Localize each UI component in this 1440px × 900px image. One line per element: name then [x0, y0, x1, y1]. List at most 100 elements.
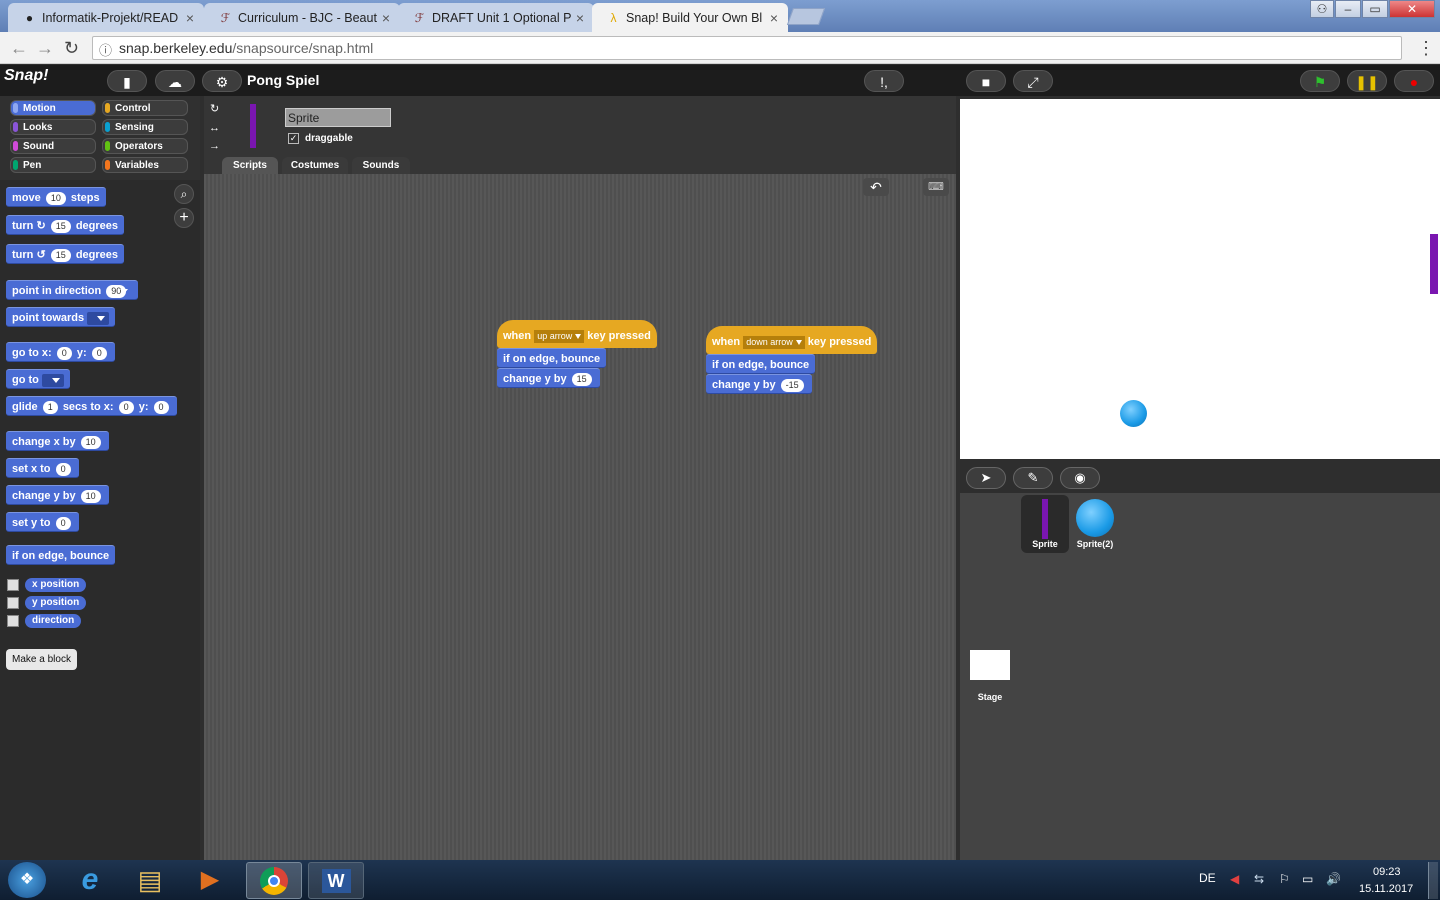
key-dropdown[interactable]: up arrow — [534, 329, 585, 343]
category-looks[interactable]: Looks — [10, 119, 96, 135]
close-tab-icon[interactable]: × — [576, 10, 584, 26]
windows-start-icon[interactable]: ❖ — [8, 862, 46, 898]
word-icon[interactable]: W — [308, 862, 364, 899]
checkbox-direction[interactable] — [7, 615, 19, 627]
undo-icon[interactable]: ↶ — [863, 178, 889, 196]
category-sensing[interactable]: Sensing — [102, 119, 188, 135]
reporter-x-position[interactable]: x position — [25, 578, 87, 592]
category-sound[interactable]: Sound — [10, 138, 96, 154]
block-glide[interactable]: glide 1 secs to x: 0 y: 0 — [6, 396, 177, 416]
menu-icon[interactable]: ⋮ — [1417, 38, 1435, 59]
file-explorer-icon[interactable]: ▤ — [122, 862, 178, 899]
block-turn-clockwise[interactable]: turn ↻ 15 degrees — [6, 215, 125, 235]
language-indicator[interactable]: DE — [1199, 871, 1216, 885]
scripting-area[interactable]: ↶ ⌨ — [204, 174, 956, 860]
category-pen[interactable]: Pen — [10, 157, 96, 173]
hat-block-when-key-pressed[interactable]: when up arrow key pressed — [497, 320, 657, 348]
action-center-flag-icon[interactable]: ⚐ — [1279, 872, 1290, 886]
add-turtle-sprite-icon[interactable]: ➤ — [966, 467, 1006, 489]
block-go-to[interactable]: go to — [6, 369, 70, 389]
browser-tab-1[interactable]: ● Informatik-Projekt/READ × — [8, 3, 204, 32]
browser-tab-3[interactable]: ℱ DRAFT Unit 1 Optional P × — [398, 3, 594, 32]
tab-costumes[interactable]: Costumes — [282, 157, 348, 174]
block-set-x[interactable]: set x to 0 — [6, 458, 79, 478]
block-input[interactable]: -15 — [780, 378, 804, 392]
block-if-on-edge-bounce[interactable]: if on edge, bounce — [706, 354, 816, 374]
category-control[interactable]: Control — [102, 100, 188, 116]
stage[interactable] — [960, 99, 1440, 459]
block-change-y[interactable]: change y by 10 — [6, 485, 109, 505]
media-player-icon[interactable]: ▶ — [182, 862, 238, 899]
block-input[interactable]: 0 — [118, 400, 134, 414]
dropdown-arrow-icon[interactable] — [120, 285, 132, 298]
hat-block-when-key-pressed[interactable]: when down arrow key pressed — [706, 326, 878, 354]
block-turn-counterclockwise[interactable]: turn ↺ 15 degrees — [6, 244, 125, 264]
block-input[interactable]: 15 — [571, 372, 592, 386]
reporter-direction[interactable]: direction — [25, 614, 82, 628]
keyboard-icon[interactable]: ⌨ — [923, 178, 949, 196]
block-input[interactable]: 10 — [45, 191, 66, 205]
green-flag-icon[interactable]: ⚑ — [1300, 70, 1340, 92]
rotation-full-icon[interactable]: ↻ — [210, 102, 219, 115]
paddle-sprite[interactable] — [1430, 234, 1438, 294]
sprite-name-field[interactable]: Sprite — [285, 108, 391, 127]
clock-date[interactable]: 15.11.2017 — [1359, 883, 1413, 895]
normal-stage-icon[interactable]: ■ — [966, 70, 1006, 92]
block-input[interactable]: 1 — [42, 400, 58, 414]
snap-logo[interactable]: Snap! — [4, 67, 54, 93]
dropdown-arrow-icon[interactable] — [87, 311, 110, 325]
cloud-icon[interactable]: ☁ — [155, 70, 195, 92]
dropdown-arrow-icon[interactable] — [41, 373, 64, 387]
close-tab-icon[interactable]: × — [382, 10, 390, 26]
block-input[interactable]: 0 — [91, 346, 107, 360]
show-desktop-button[interactable] — [1428, 862, 1438, 899]
user-icon[interactable]: ⚇ — [1310, 0, 1334, 18]
display-icon[interactable]: ▭ — [1302, 872, 1313, 886]
checkbox-x-position[interactable] — [7, 579, 19, 591]
reporter-y-position[interactable]: y position — [25, 596, 87, 610]
block-point-in-direction[interactable]: point in direction 90 — [6, 280, 139, 300]
tab-scripts[interactable]: Scripts — [222, 157, 278, 174]
block-if-on-edge-bounce[interactable]: if on edge, bounce — [497, 348, 607, 368]
tab-sounds[interactable]: Sounds — [352, 157, 410, 174]
back-icon[interactable]: ← — [10, 38, 28, 59]
pause-icon[interactable]: ❚❚ — [1347, 70, 1387, 92]
internet-explorer-icon[interactable]: e — [62, 862, 118, 899]
ball-sprite[interactable] — [1120, 400, 1147, 427]
block-move[interactable]: move 10 steps — [6, 187, 106, 207]
close-tab-icon[interactable]: × — [186, 10, 194, 26]
block-input[interactable]: 10 — [80, 489, 101, 503]
maximize-button[interactable]: ▭ — [1362, 0, 1388, 18]
stage-thumbnail[interactable] — [970, 650, 1010, 680]
sprite2-thumbnail[interactable] — [1076, 499, 1114, 537]
browser-tab-4-active[interactable]: λ Snap! Build Your Own Bl × — [592, 3, 788, 32]
speaker-alert-icon[interactable]: ◀ — [1230, 872, 1239, 886]
fullscreen-icon[interactable]: ⤢ — [1013, 70, 1053, 92]
close-tab-icon[interactable]: × — [770, 10, 778, 26]
block-change-y[interactable]: change y by -15 — [706, 374, 812, 394]
block-change-y[interactable]: change y by 15 — [497, 368, 600, 388]
camera-icon[interactable]: ◉ — [1060, 467, 1100, 489]
category-variables[interactable]: Variables — [102, 157, 188, 173]
search-icon[interactable]: ⌕ — [174, 184, 194, 204]
volume-icon[interactable]: 🔊 — [1326, 872, 1341, 886]
make-a-block-button[interactable]: Make a block — [6, 649, 77, 670]
category-operators[interactable]: Operators — [102, 138, 188, 154]
block-change-x[interactable]: change x by 10 — [6, 431, 109, 451]
block-set-y[interactable]: set y to 0 — [6, 512, 79, 532]
block-input[interactable]: 0 — [153, 400, 169, 414]
settings-gear-icon[interactable]: ⚙ — [202, 70, 242, 92]
new-tab-button[interactable] — [786, 8, 826, 25]
clock-time[interactable]: 09:23 — [1373, 866, 1401, 878]
add-icon[interactable]: + — [174, 208, 194, 228]
category-motion[interactable]: Motion — [10, 100, 96, 116]
stop-icon[interactable]: ● — [1394, 70, 1434, 92]
block-input[interactable]: 0 — [55, 462, 71, 476]
block-point-towards[interactable]: point towards — [6, 307, 116, 327]
chrome-taskbar-button[interactable] — [246, 862, 302, 899]
rotation-lr-icon[interactable]: ↔ — [209, 122, 220, 134]
block-input[interactable]: 15 — [50, 248, 71, 262]
checkbox-y-position[interactable] — [7, 597, 19, 609]
block-input[interactable]: 15 — [50, 219, 71, 233]
block-input[interactable]: 10 — [80, 435, 101, 449]
